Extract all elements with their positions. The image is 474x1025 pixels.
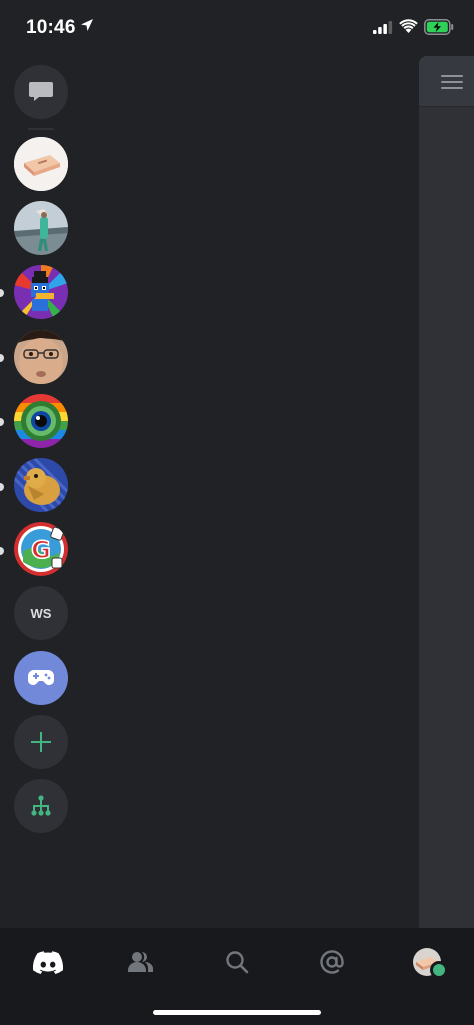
explore-servers-button[interactable] xyxy=(14,779,68,833)
person-photo xyxy=(14,201,68,255)
clock: 10:46 xyxy=(26,17,76,38)
channel-list-area xyxy=(82,56,419,928)
hamburger-icon[interactable] xyxy=(441,74,463,90)
at-sign-icon xyxy=(320,950,344,974)
unread-indicator xyxy=(0,289,4,297)
pixel-chick-image xyxy=(14,458,68,512)
online-status-indicator xyxy=(430,961,448,979)
server-icon-7[interactable]: G xyxy=(14,522,68,576)
tab-friends[interactable] xyxy=(117,942,165,982)
chat-bubble-icon xyxy=(29,82,53,101)
panel-header xyxy=(419,56,474,107)
server-icon-4[interactable] xyxy=(14,330,68,384)
hub-tree-icon xyxy=(31,795,51,816)
friends-icon xyxy=(128,952,154,972)
search-icon xyxy=(226,951,249,974)
tab-mentions[interactable] xyxy=(308,942,356,982)
peeking-channel-panel[interactable] xyxy=(419,56,474,928)
unread-indicator xyxy=(0,354,4,362)
server-icon-5[interactable] xyxy=(14,394,68,448)
discord-logo-icon xyxy=(33,950,63,974)
server-icon-ws[interactable]: WS xyxy=(14,586,68,640)
server-sidebar: G WS xyxy=(0,56,82,928)
tab-home[interactable] xyxy=(24,942,72,982)
server-icon-6[interactable] xyxy=(14,458,68,512)
plus-icon xyxy=(31,732,51,752)
tab-search[interactable] xyxy=(213,942,261,982)
home-indicator[interactable] xyxy=(153,1010,321,1015)
server-icon-3[interactable] xyxy=(14,265,68,319)
rainbow-eye-image xyxy=(14,394,68,448)
server-icon-2[interactable] xyxy=(14,201,68,255)
face-photo xyxy=(14,330,68,384)
server-initials: WS xyxy=(30,605,52,621)
unread-indicator xyxy=(0,483,4,491)
server-icon-gaming[interactable] xyxy=(14,651,68,705)
svg-text:G: G xyxy=(31,536,51,564)
g-logo-image: G xyxy=(14,522,68,576)
location-arrow-icon xyxy=(81,19,93,31)
server-icon-1[interactable] xyxy=(14,137,68,191)
direct-messages-button[interactable] xyxy=(14,65,68,119)
cellular-signal-icon xyxy=(373,21,393,34)
unread-indicator xyxy=(0,547,4,555)
gamepad-icon xyxy=(28,670,54,685)
status-bar: 10:46 xyxy=(0,0,474,56)
add-server-button[interactable] xyxy=(14,715,68,769)
rail-separator xyxy=(28,128,54,130)
unread-indicator xyxy=(0,418,4,426)
battery-charging-icon xyxy=(424,19,454,35)
tray-image xyxy=(14,137,68,191)
wifi-icon xyxy=(399,19,418,33)
pixel-duck-image xyxy=(14,265,68,319)
